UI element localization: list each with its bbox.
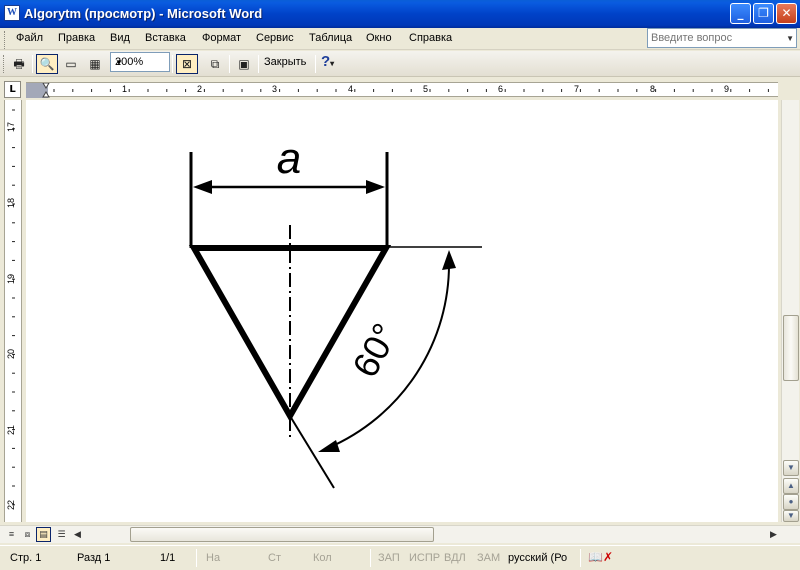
status-track-changes[interactable]: ИСПР — [409, 552, 440, 564]
ruler-tick-label: 7 — [574, 84, 580, 94]
web-view-icon[interactable]: ⧈ — [20, 527, 35, 542]
multiple-pages-icon[interactable]: ▦ — [84, 54, 106, 74]
menu-edit[interactable]: Правка — [58, 32, 95, 44]
status-bar: Стр. 1 Разд 1 1/1 На Ст Кол ЗАП ИСПР ВДЛ… — [0, 545, 800, 570]
technical-drawing: a 60° — [188, 134, 482, 489]
menu-table[interactable]: Таблица — [309, 32, 352, 44]
chevron-down-icon[interactable]: ▼ — [115, 58, 166, 67]
status-divider — [370, 549, 371, 567]
angle-arrow-top — [442, 250, 456, 270]
status-section[interactable]: Разд 1 — [77, 552, 110, 564]
next-page-button[interactable]: ▼ — [783, 510, 799, 522]
horizontal-scrollbar[interactable]: ≡ ⧈ ▤ ☰ ◀ ▶ — [0, 525, 800, 543]
view-ruler-icon[interactable]: ⊠ — [176, 54, 198, 74]
status-overtype[interactable]: ЗАМ — [477, 552, 500, 564]
help-question-box[interactable]: ▼ — [647, 28, 797, 48]
menu-format[interactable]: Формат — [202, 32, 241, 44]
menu-window[interactable]: Окно — [366, 32, 392, 44]
window-title: Algorytm (просмотр) - Microsoft Word — [24, 6, 263, 21]
ruler-tick-label: 6 — [498, 84, 504, 94]
status-record-macro[interactable]: ЗАП — [378, 552, 400, 564]
scroll-left-button[interactable]: ◀ — [70, 527, 85, 542]
toolbar-grip[interactable] — [3, 55, 6, 73]
ruler-tick-label: 19 — [6, 273, 17, 285]
ruler-tick-label: 4 — [348, 84, 354, 94]
zoom-select[interactable]: 200% ▼ — [110, 52, 170, 72]
menubar-grip[interactable] — [4, 31, 7, 49]
status-at[interactable]: На — [206, 552, 220, 564]
menu-file[interactable]: Файл — [16, 32, 43, 44]
status-column[interactable]: Кол — [313, 552, 332, 564]
ruler-tick-label: 22 — [6, 499, 17, 511]
menu-insert[interactable]: Вставка — [145, 32, 186, 44]
status-extend-selection[interactable]: ВДЛ — [444, 552, 466, 564]
word-document-icon[interactable]: W — [4, 5, 20, 21]
status-page-count[interactable]: 1/1 — [160, 552, 175, 564]
toolbar-separator — [32, 55, 33, 73]
minimize-button[interactable]: _ — [730, 3, 751, 24]
previous-page-button[interactable]: ▲ — [783, 478, 799, 494]
select-browse-object-button[interactable]: ● — [783, 494, 799, 510]
status-language[interactable]: русский (Ро — [508, 552, 567, 564]
print-icon[interactable]: 🖶 — [8, 54, 30, 74]
ruler-tick-label: 9 — [724, 84, 730, 94]
scroll-down-button[interactable]: ▼ — [783, 460, 799, 476]
tab-selector[interactable]: L — [4, 81, 21, 98]
status-line[interactable]: Ст — [268, 552, 281, 564]
menu-tools[interactable]: Сервис — [256, 32, 294, 44]
ruler-tick-label: 5 — [423, 84, 429, 94]
dimension-arrow-right — [366, 180, 385, 194]
vertical-scrollbar[interactable]: ▼ ▲ ● ▼ — [781, 100, 799, 522]
chevron-down-icon[interactable]: ▼ — [786, 34, 794, 43]
full-screen-icon[interactable]: ▣ — [233, 54, 255, 74]
context-help-icon[interactable]: ?▾ — [321, 53, 334, 70]
dimension-label: a — [277, 134, 301, 183]
vertical-ruler[interactable]: 17 18 19 20 21 22 — [4, 100, 22, 522]
ruler-tick-label: 1 — [122, 84, 128, 94]
toolbar-separator — [229, 55, 230, 73]
spelling-check-icon[interactable]: 📖✗ — [588, 550, 613, 564]
ruler-tick-label: 3 — [272, 84, 278, 94]
status-page[interactable]: Стр. 1 — [10, 552, 41, 564]
toolbar-separator — [258, 55, 259, 73]
close-button[interactable]: ✕ — [776, 3, 797, 24]
outline-view-icon[interactable]: ☰ — [54, 527, 69, 542]
angle-arrow-bottom — [318, 440, 340, 452]
horizontal-scroll-thumb[interactable] — [130, 527, 434, 542]
vertical-scroll-thumb[interactable] — [783, 315, 799, 381]
ruler-tick-label: 17 — [6, 121, 17, 133]
document-page[interactable]: a 60° — [26, 100, 778, 522]
magnifier-icon[interactable]: 🔍 — [36, 54, 58, 74]
shrink-to-fit-icon[interactable]: ⧉ — [204, 54, 226, 74]
menu-help[interactable]: Справка — [409, 32, 452, 44]
normal-view-icon[interactable]: ≡ — [4, 527, 19, 542]
one-page-icon[interactable]: ▭ — [60, 54, 82, 74]
status-divider — [580, 549, 581, 567]
close-preview-button[interactable]: Закрыть — [264, 56, 306, 68]
ruler-tick-label: 21 — [6, 424, 17, 436]
ruler-tick-label: 18 — [6, 197, 17, 209]
toolbar-separator — [172, 55, 173, 73]
angle-label: 60° — [344, 316, 406, 383]
print-layout-view-icon[interactable]: ▤ — [36, 527, 51, 542]
toolbar-separator — [315, 55, 316, 73]
maximize-button[interactable]: ❐ — [753, 3, 774, 24]
ruler-tick-label: 20 — [6, 348, 17, 360]
scroll-right-button[interactable]: ▶ — [766, 527, 781, 542]
menu-view[interactable]: Вид — [110, 32, 130, 44]
horizontal-ruler[interactable]: 1 2 3 4 5 6 7 8 9 — [26, 82, 778, 98]
dimension-arrow-left — [193, 180, 212, 194]
ruler-tick-label: 2 — [197, 84, 203, 94]
title-bar: W Algorytm (просмотр) - Microsoft Word _… — [0, 0, 800, 28]
help-question-input[interactable] — [648, 29, 780, 47]
status-divider — [196, 549, 197, 567]
ruler-tick-label: 8 — [650, 84, 656, 94]
